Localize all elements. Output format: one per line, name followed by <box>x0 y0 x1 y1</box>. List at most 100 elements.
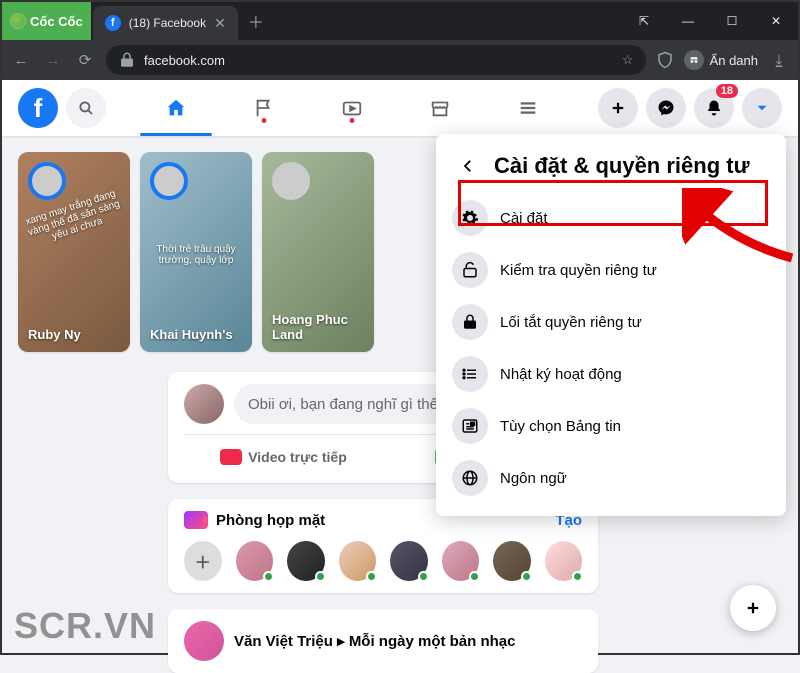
flag-icon <box>253 97 275 119</box>
story-avatar <box>28 162 66 200</box>
plus-icon <box>744 599 762 617</box>
menu-label: Lối tắt quyền riêng tư <box>500 314 642 331</box>
incognito-icon <box>684 50 704 70</box>
feed-post: Văn Việt Triệu ▸ Mỗi ngày một bản nhạc <box>168 609 598 673</box>
story-author: Ruby Ny <box>28 327 120 342</box>
post-author-avatar[interactable] <box>184 621 224 661</box>
unlock-icon <box>461 261 479 279</box>
facebook-logo-icon[interactable]: f <box>18 88 58 128</box>
list-icon <box>461 365 479 383</box>
contact-avatar[interactable] <box>236 541 274 581</box>
notif-dot <box>262 118 267 123</box>
nav-watch[interactable] <box>312 80 392 136</box>
marketplace-icon <box>429 97 451 119</box>
browser-toolbar: ← → ⟳ facebook.com ☆ Ẩn danh ⤓ <box>2 40 798 80</box>
plus-icon <box>609 99 627 117</box>
browser-tab[interactable]: f (18) Facebook ✕ <box>93 6 238 40</box>
messenger-button[interactable] <box>646 88 686 128</box>
contact-avatar[interactable] <box>493 541 531 581</box>
incognito-label: Ẩn danh <box>710 53 758 68</box>
coccoc-logo-icon <box>10 13 26 29</box>
user-avatar[interactable] <box>184 384 224 424</box>
window-compact-icon[interactable]: ⇱ <box>622 2 666 40</box>
fb-center-nav <box>106 80 598 136</box>
story-caption: Thời trẻ trâu quậy trường, quậy lớp <box>148 244 244 266</box>
menu-item-activity-log[interactable]: Nhật ký hoạt động <box>444 348 778 400</box>
fb-header-right: 18 <box>598 88 782 128</box>
nav-forward-icon[interactable]: → <box>42 52 64 69</box>
notifications-button[interactable]: 18 <box>694 88 734 128</box>
account-dropdown-button[interactable] <box>742 88 782 128</box>
live-video-label: Video trực tiếp <box>248 449 347 465</box>
menu-label: Cài đặt <box>500 210 548 227</box>
dropdown-back-button[interactable] <box>452 150 484 182</box>
rooms-contacts: ＋ <box>184 541 582 581</box>
search-icon <box>77 99 95 117</box>
contact-avatar[interactable] <box>390 541 428 581</box>
nav-menu[interactable] <box>488 80 568 136</box>
story-card[interactable]: Thời trẻ trâu quậy trường, quậy lớp Khai… <box>140 152 252 352</box>
bookmark-icon[interactable]: ☆ <box>622 52 634 68</box>
browser-brand: Cốc Cốc <box>2 2 91 40</box>
watch-icon <box>341 97 363 119</box>
window-minimize-icon[interactable]: — <box>666 2 710 40</box>
new-tab-button[interactable]: ＋ <box>238 2 274 40</box>
facebook-favicon-icon: f <box>105 15 121 31</box>
story-author: Hoang Phuc Land <box>272 312 364 342</box>
menu-item-privacy-checkup[interactable]: Kiểm tra quyền riêng tư <box>444 244 778 296</box>
watermark: SCR.VN <box>14 605 156 647</box>
window-controls: ⇱ — ☐ ✕ <box>622 2 798 40</box>
nav-back-icon[interactable]: ← <box>10 52 32 69</box>
browser-titlebar: Cốc Cốc f (18) Facebook ✕ ＋ ⇱ — ☐ ✕ <box>2 2 798 40</box>
nav-marketplace[interactable] <box>400 80 480 136</box>
shield-icon[interactable] <box>656 51 674 69</box>
notif-badge: 18 <box>716 84 738 98</box>
rooms-camera-icon <box>184 511 208 529</box>
hamburger-icon <box>517 97 539 119</box>
story-card[interactable]: Hoang Phuc Land <box>262 152 374 352</box>
rooms-title: Phòng họp mặt <box>216 512 325 529</box>
brand-text: Cốc Cốc <box>30 14 83 29</box>
gear-icon <box>461 209 479 227</box>
menu-item-privacy-shortcuts[interactable]: Lối tắt quyền riêng tư <box>444 296 778 348</box>
story-card[interactable]: xang may trắng đang vàng thế đã sản sàng… <box>18 152 130 352</box>
nav-reload-icon[interactable]: ⟳ <box>74 51 96 69</box>
create-button[interactable] <box>598 88 638 128</box>
window-close-icon[interactable]: ✕ <box>754 2 798 40</box>
notif-dot <box>350 118 355 123</box>
post-author-name[interactable]: Văn Việt Triệu ▸ Mỗi ngày một bản nhạc <box>234 632 516 650</box>
settings-privacy-dropdown: Cài đặt & quyền riêng tư Cài đặt Kiểm tr… <box>436 134 786 516</box>
tab-close-icon[interactable]: ✕ <box>214 15 226 32</box>
newsfeed-icon <box>461 417 479 435</box>
menu-label: Ngôn ngữ <box>500 470 567 487</box>
contact-avatar[interactable] <box>287 541 325 581</box>
story-avatar <box>272 162 310 200</box>
fb-header: f 18 <box>2 80 798 136</box>
tab-title: (18) Facebook <box>129 16 206 30</box>
contact-avatar[interactable] <box>545 541 583 581</box>
bell-icon <box>705 99 723 117</box>
lock-icon <box>461 313 479 331</box>
menu-label: Tùy chọn Bảng tin <box>500 418 621 435</box>
nav-pages[interactable] <box>224 80 304 136</box>
caret-down-icon <box>753 99 771 117</box>
menu-label: Kiểm tra quyền riêng tư <box>500 262 657 279</box>
download-icon[interactable]: ⤓ <box>768 52 790 69</box>
video-camera-icon <box>220 449 242 465</box>
floating-new-button[interactable] <box>730 585 776 631</box>
search-button[interactable] <box>66 88 106 128</box>
incognito-indicator[interactable]: Ẩn danh <box>684 50 758 70</box>
nav-home[interactable] <box>136 80 216 136</box>
menu-item-settings[interactable]: Cài đặt <box>444 192 778 244</box>
address-bar[interactable]: facebook.com ☆ <box>106 45 646 75</box>
url-text: facebook.com <box>144 53 225 68</box>
contact-avatar[interactable] <box>339 541 377 581</box>
contact-avatar[interactable] <box>442 541 480 581</box>
menu-item-newsfeed-prefs[interactable]: Tùy chọn Bảng tin <box>444 400 778 452</box>
arrow-left-icon <box>459 157 477 175</box>
menu-item-language[interactable]: Ngôn ngữ <box>444 452 778 504</box>
window-maximize-icon[interactable]: ☐ <box>710 2 754 40</box>
menu-label: Nhật ký hoạt động <box>500 366 622 383</box>
rooms-add-button[interactable]: ＋ <box>184 541 222 581</box>
composer-live-video[interactable]: Video trực tiếp <box>184 443 383 471</box>
